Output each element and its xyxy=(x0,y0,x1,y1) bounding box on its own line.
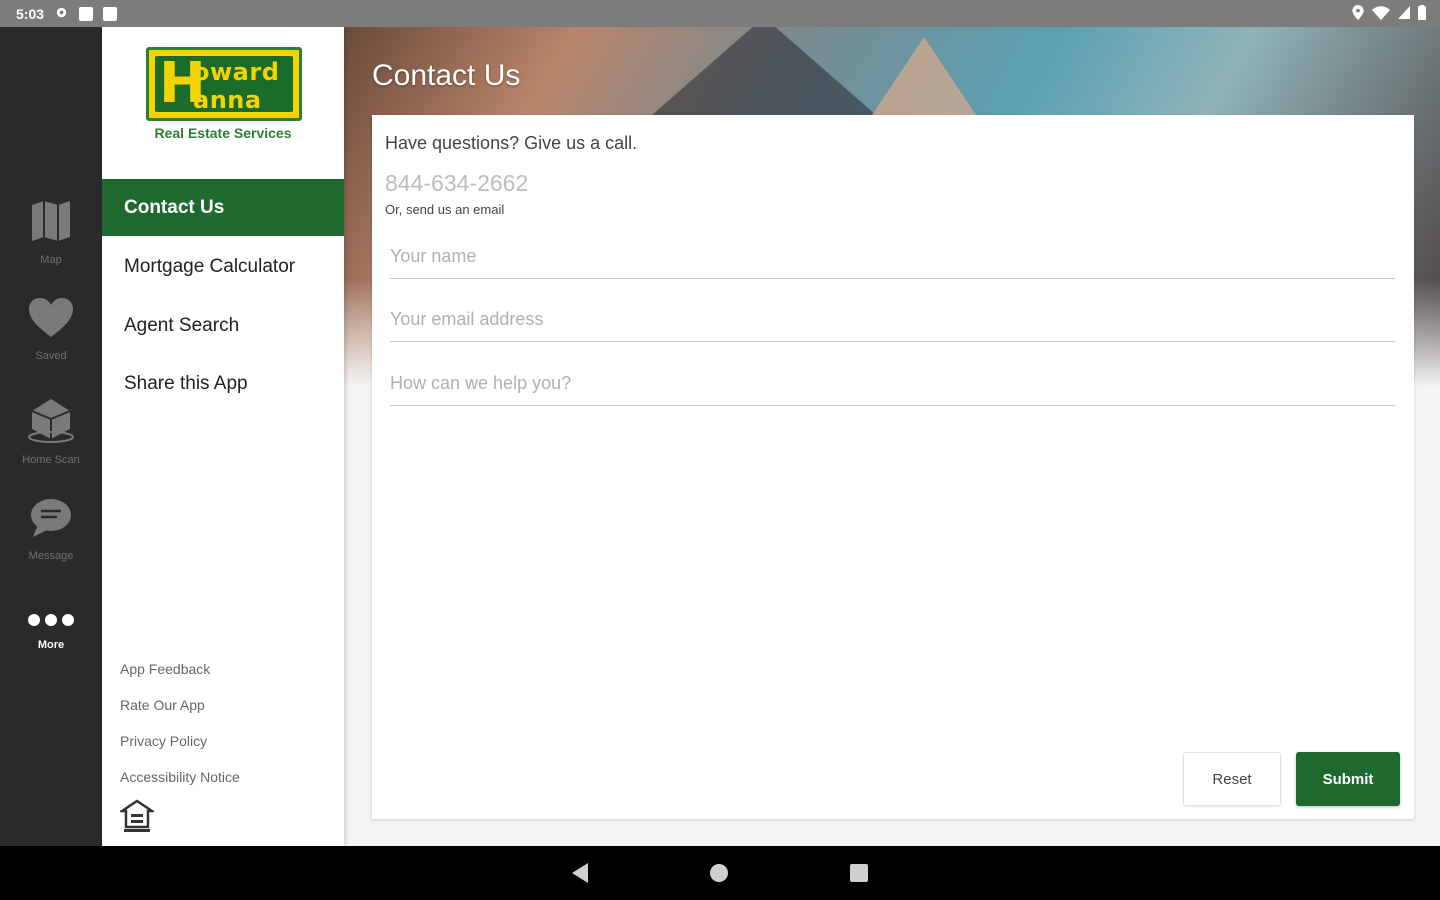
rail-item-more[interactable]: More xyxy=(0,612,102,651)
contact-form-card: Have questions? Give us a call. 844-634-… xyxy=(372,115,1414,819)
heart-icon xyxy=(28,297,74,344)
home-scan-icon xyxy=(26,397,76,448)
page-title: Contact Us xyxy=(372,59,521,92)
notification-icon xyxy=(79,7,94,21)
menu-item-share-app[interactable]: Share this App xyxy=(102,355,344,412)
menu-item-mortgage-calculator[interactable]: Mortgage Calculator xyxy=(102,238,344,295)
left-rail: Map Saved Home Scan Message More xyxy=(0,27,102,846)
email-input[interactable] xyxy=(390,298,1395,342)
rail-label: More xyxy=(37,639,65,651)
location-icon xyxy=(1352,5,1364,23)
rail-item-home-scan[interactable]: Home Scan xyxy=(0,397,102,466)
system-nav-bar xyxy=(0,846,1440,900)
phone-number-link[interactable]: 844-634-2662 xyxy=(385,170,528,197)
battery-icon xyxy=(1418,5,1426,23)
reset-button[interactable]: Reset xyxy=(1183,752,1281,806)
back-icon[interactable] xyxy=(572,863,588,883)
more-icon xyxy=(27,612,75,633)
intro-text: Have questions? Give us a call. xyxy=(385,133,638,153)
menu-item-agent-search[interactable]: Agent Search xyxy=(102,297,344,354)
menu-item-contact-us[interactable]: Contact Us xyxy=(102,179,344,236)
submit-button[interactable]: Submit xyxy=(1296,752,1400,806)
link-privacy-policy[interactable]: Privacy Policy xyxy=(120,733,207,749)
link-app-feedback[interactable]: App Feedback xyxy=(120,661,210,677)
message-input[interactable] xyxy=(390,362,1395,406)
signal-icon xyxy=(1398,6,1410,22)
email-prompt: Or, send us an email xyxy=(385,202,505,217)
howard-hanna-logo: H oward anna xyxy=(146,47,302,121)
equal-housing-icon xyxy=(117,799,157,833)
rail-item-saved[interactable]: Saved xyxy=(0,297,102,362)
settings-icon xyxy=(54,5,69,23)
logo-line-2: anna xyxy=(193,86,262,114)
message-icon xyxy=(29,497,73,544)
navigation-drawer: H oward anna Real Estate Services Contac… xyxy=(102,27,344,846)
status-bar: 5:03 xyxy=(0,0,1440,27)
wifi-icon xyxy=(1372,5,1390,23)
home-icon[interactable] xyxy=(710,864,728,882)
recent-apps-icon[interactable] xyxy=(850,864,868,882)
name-input[interactable] xyxy=(390,235,1395,279)
rail-item-message[interactable]: Message xyxy=(0,497,102,562)
logo-subtitle: Real Estate Services xyxy=(154,125,292,141)
map-icon xyxy=(30,199,72,248)
main-content: Contact Us Have questions? Give us a cal… xyxy=(344,27,1440,846)
status-time: 5:03 xyxy=(16,6,45,22)
sd-card-icon xyxy=(103,7,118,21)
rail-label: Message xyxy=(28,550,74,562)
rail-label: Saved xyxy=(35,350,67,362)
rail-label: Home Scan xyxy=(22,454,80,466)
rail-item-map[interactable]: Map xyxy=(0,199,102,266)
link-rate-app[interactable]: Rate Our App xyxy=(120,697,205,713)
rail-label: Map xyxy=(40,254,62,266)
logo-line-1: oward xyxy=(193,58,280,86)
link-accessibility-notice[interactable]: Accessibility Notice xyxy=(120,769,240,785)
